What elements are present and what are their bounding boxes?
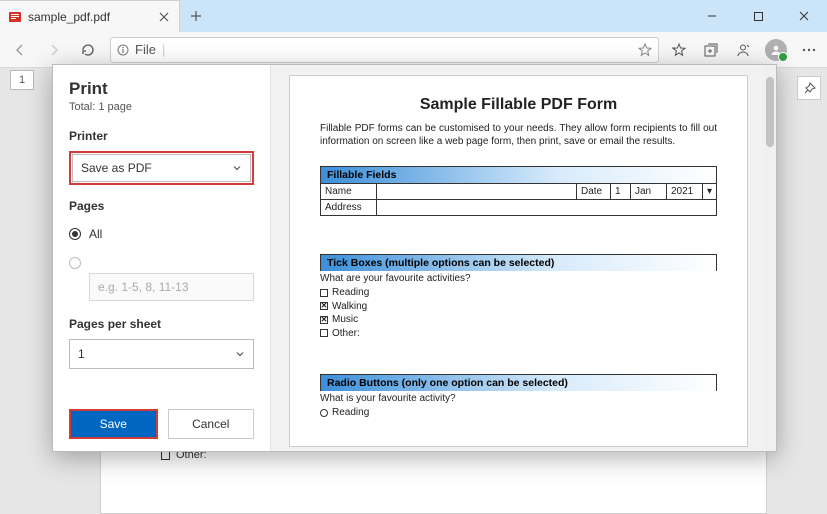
tab-title: sample_pdf.pdf xyxy=(28,10,151,24)
check-music: Music xyxy=(320,313,717,327)
more-icon[interactable] xyxy=(799,40,819,60)
page-range-input[interactable]: e.g. 1-5, 8, 11-13 xyxy=(89,273,254,301)
print-preview: Sample Fillable PDF Form Fillable PDF fo… xyxy=(271,65,776,451)
pages-all-radio[interactable]: All xyxy=(69,227,254,241)
pages-label: Pages xyxy=(69,199,254,213)
date-day: 1 xyxy=(610,184,630,200)
date-month: Jan xyxy=(630,184,666,200)
minimize-button[interactable] xyxy=(689,0,735,32)
browser-content: 1 Other: Print Total: 1 page Printer Sav… xyxy=(0,68,827,514)
print-sidebar: Print Total: 1 page Printer Save as PDF … xyxy=(53,65,271,451)
date-picker-icon: ▾ xyxy=(702,184,716,200)
chevron-down-icon xyxy=(232,163,242,173)
date-label: Date xyxy=(576,184,610,200)
checkbox-checked-icon xyxy=(320,302,328,310)
pages-range-radio[interactable] xyxy=(69,257,254,269)
date-year: 2021 xyxy=(666,184,702,200)
dialog-footer: Save Cancel xyxy=(69,409,254,439)
checkbox-checked-icon xyxy=(320,316,328,324)
favorite-star-icon[interactable] xyxy=(638,43,652,57)
table-row: Address xyxy=(321,200,717,216)
page-thumbnail[interactable]: 1 xyxy=(10,70,34,90)
address-bar[interactable]: File | xyxy=(110,37,659,63)
scroll-thumb[interactable] xyxy=(766,77,774,147)
refresh-button[interactable] xyxy=(76,38,100,62)
pdf-icon xyxy=(8,10,22,24)
pin-button[interactable] xyxy=(797,76,821,100)
forward-button[interactable] xyxy=(42,38,66,62)
name-label: Name xyxy=(321,184,377,200)
section-fillable: Fillable Fields xyxy=(320,166,717,183)
pages-all-label: All xyxy=(89,227,102,241)
section-tick: Tick Boxes (multiple options can be sele… xyxy=(320,254,717,271)
tick-question: What are your favourite activities? xyxy=(320,273,717,284)
pps-value: 1 xyxy=(78,347,85,361)
browser-toolbar: File | xyxy=(0,32,827,68)
check-other: Other: xyxy=(320,327,717,341)
browser-tab[interactable]: sample_pdf.pdf xyxy=(0,0,180,32)
printer-select[interactable]: Save as PDF xyxy=(72,154,251,182)
page-range-placeholder: e.g. 1-5, 8, 11-13 xyxy=(98,280,189,294)
pps-select[interactable]: 1 xyxy=(69,339,254,369)
form-title: Sample Fillable PDF Form xyxy=(320,96,717,114)
dialog-title: Print xyxy=(69,79,254,99)
info-icon[interactable] xyxy=(117,44,129,56)
window-controls xyxy=(689,0,827,32)
pps-label: Pages per sheet xyxy=(69,317,254,331)
check-reading: Reading xyxy=(320,286,717,300)
printer-label: Printer xyxy=(69,129,254,143)
save-button[interactable]: Save xyxy=(71,411,156,437)
address-field xyxy=(377,200,717,216)
titlebar: sample_pdf.pdf xyxy=(0,0,827,32)
printer-select-highlight: Save as PDF xyxy=(69,151,254,185)
radio-icon xyxy=(320,409,328,417)
chevron-down-icon xyxy=(235,349,245,359)
favorites-icon[interactable] xyxy=(669,40,689,60)
page-total: Total: 1 page xyxy=(69,101,254,113)
close-tab-button[interactable] xyxy=(157,10,171,24)
print-dialog: Print Total: 1 page Printer Save as PDF … xyxy=(52,64,777,452)
back-button[interactable] xyxy=(8,38,32,62)
form-intro: Fillable PDF forms can be customised to … xyxy=(320,122,717,148)
radio-icon xyxy=(69,257,81,269)
table-row: Name Date 1 Jan 2021 ▾ xyxy=(321,184,717,200)
person-icon[interactable] xyxy=(733,40,753,60)
toolbar-right-icons xyxy=(669,39,819,61)
collections-icon[interactable] xyxy=(701,40,721,60)
radio-reading: Reading xyxy=(320,406,717,420)
save-button-highlight: Save xyxy=(69,409,158,439)
checkbox-icon xyxy=(320,329,328,337)
section-radio: Radio Buttons (only one option can be se… xyxy=(320,374,717,391)
maximize-button[interactable] xyxy=(735,0,781,32)
address-text: File xyxy=(135,42,156,57)
preview-page: Sample Fillable PDF Form Fillable PDF fo… xyxy=(289,75,748,447)
form-table: Name Date 1 Jan 2021 ▾ Address xyxy=(320,183,717,216)
cancel-button[interactable]: Cancel xyxy=(168,409,255,439)
profile-avatar[interactable] xyxy=(765,39,787,61)
address-label: Address xyxy=(321,200,377,216)
preview-scrollbar[interactable] xyxy=(762,65,776,451)
close-window-button[interactable] xyxy=(781,0,827,32)
checkbox-icon xyxy=(320,289,328,297)
radio-question: What is your favourite activity? xyxy=(320,393,717,404)
name-field xyxy=(377,184,577,200)
printer-value: Save as PDF xyxy=(81,161,152,175)
radio-icon xyxy=(69,228,81,240)
check-walking: Walking xyxy=(320,300,717,314)
new-tab-button[interactable] xyxy=(180,0,212,32)
